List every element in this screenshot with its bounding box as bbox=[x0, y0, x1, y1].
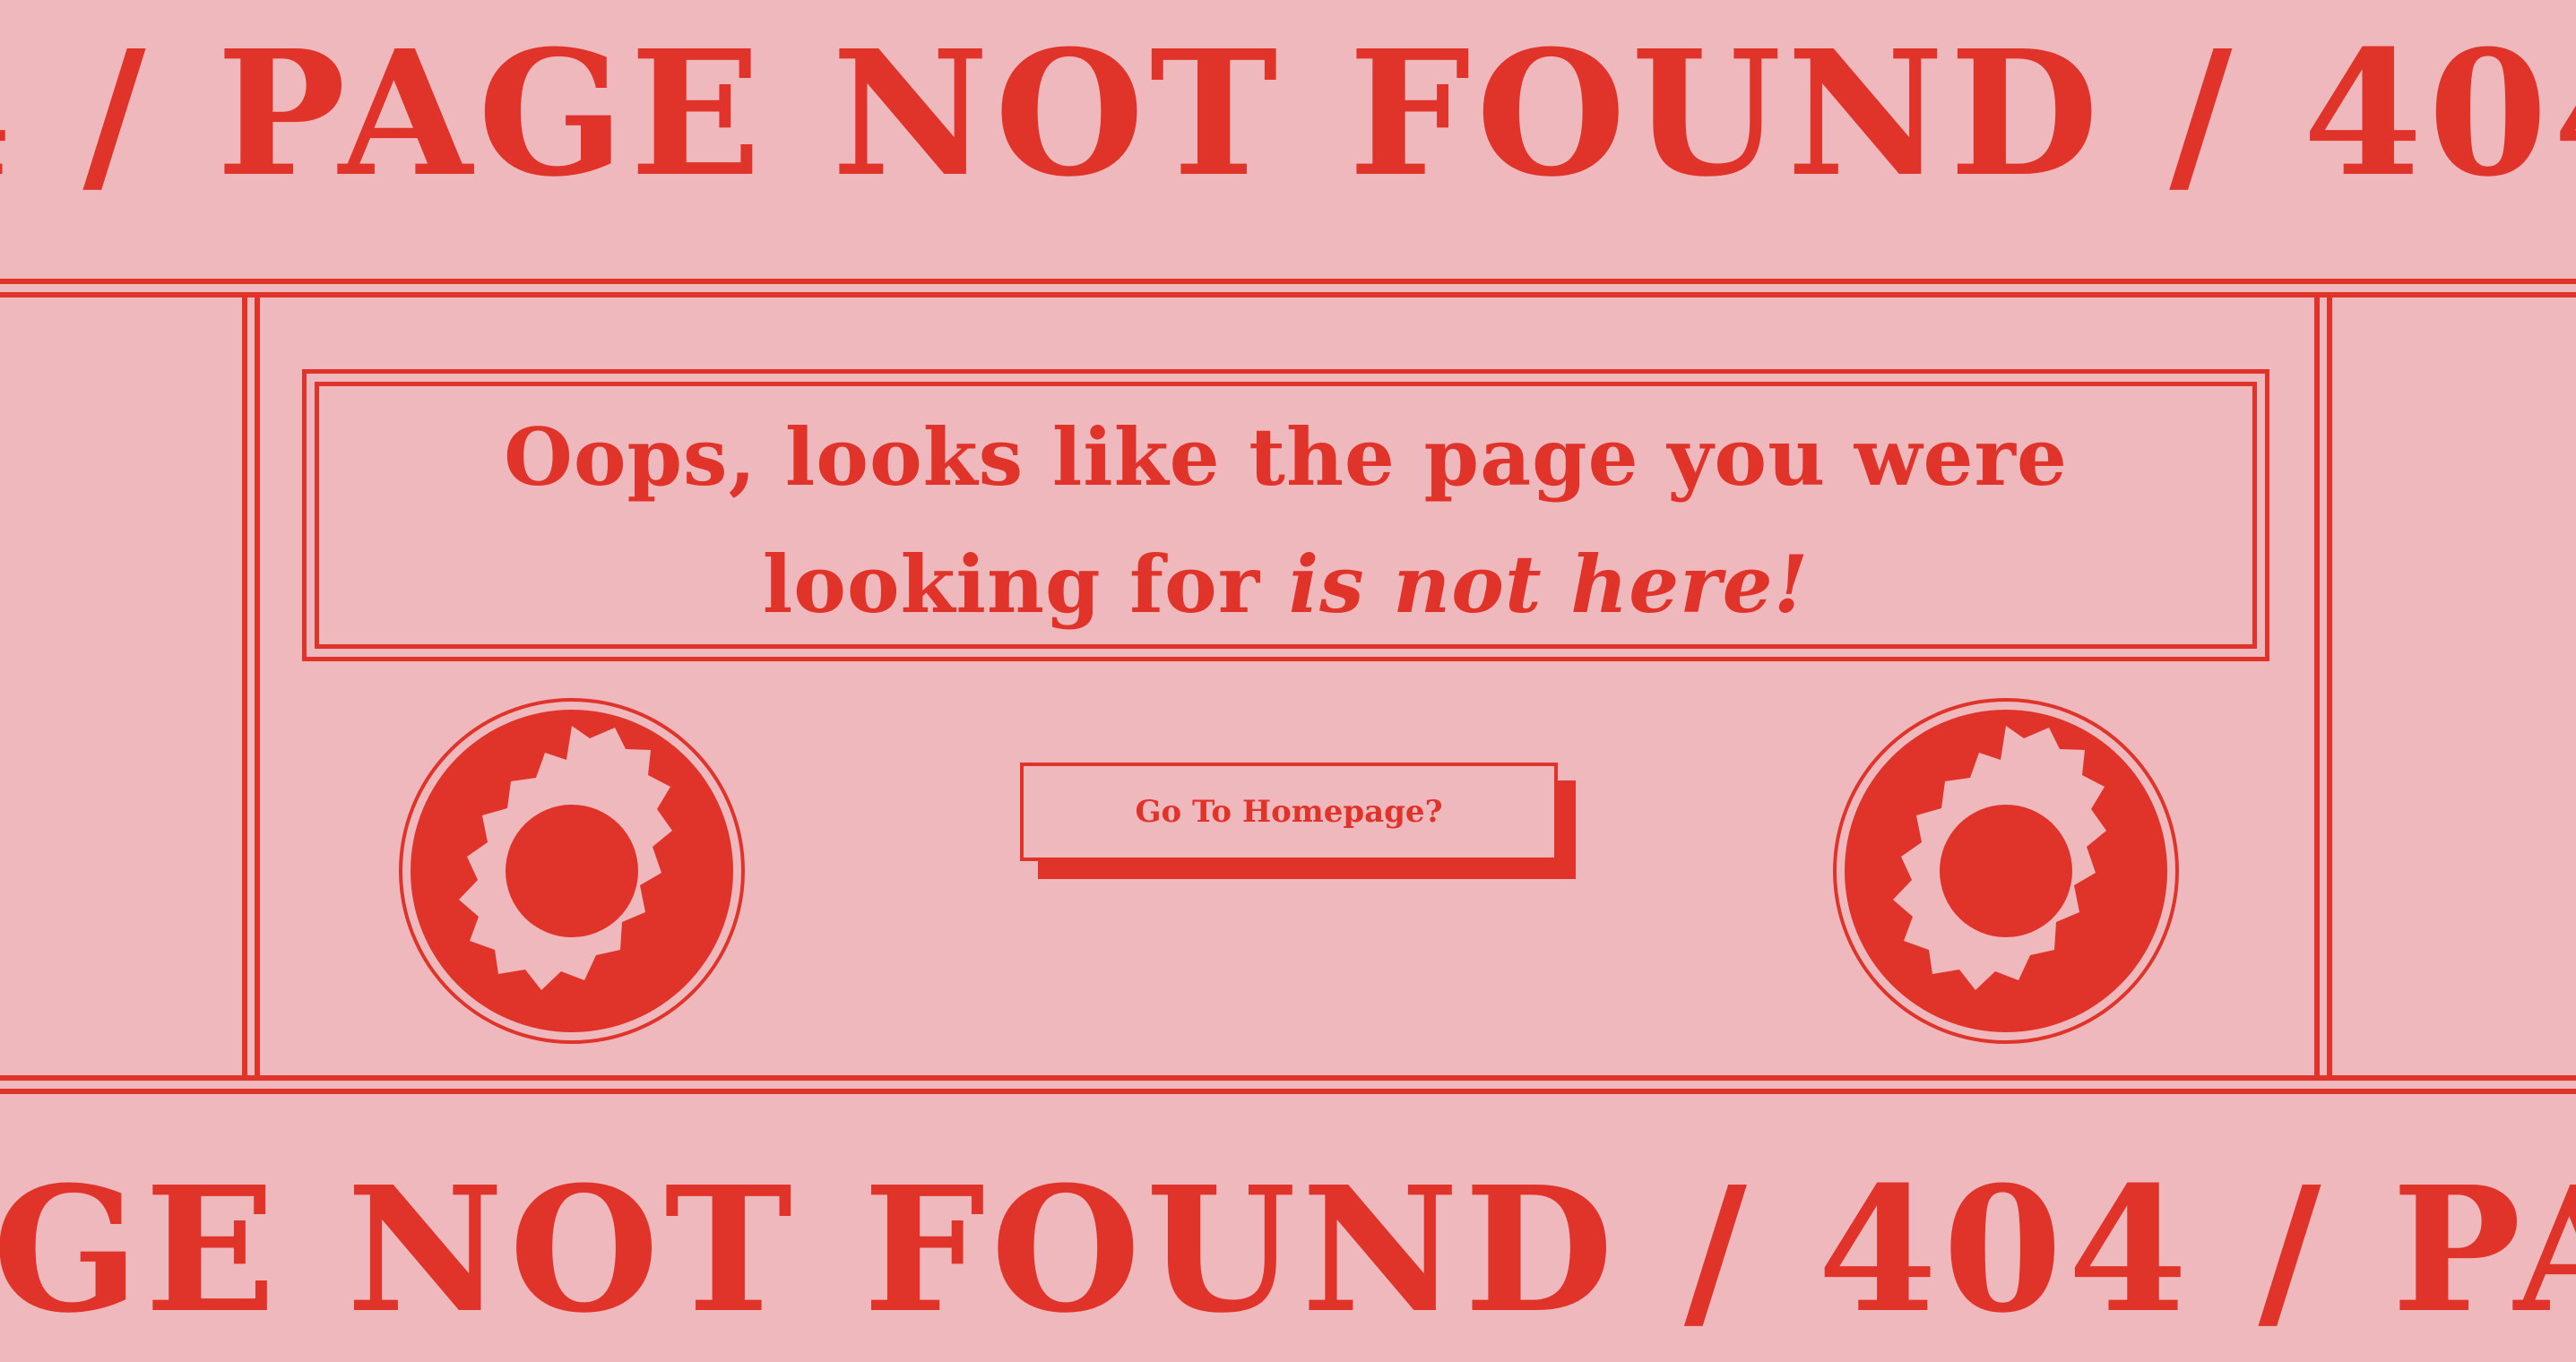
error-message-emphasis: is not here! bbox=[1288, 538, 1810, 631]
divider-bottom-inner bbox=[0, 1075, 2576, 1081]
divider-right-inner bbox=[2314, 294, 2320, 1081]
divider-bottom-outer bbox=[0, 1089, 2576, 1094]
marquee-top: 4 / PAGE NOT FOUND / 404 / PAGE NOT FOUN… bbox=[0, 25, 2576, 204]
divider-left-inner bbox=[255, 294, 260, 1081]
marquee-top-text: 4 / PAGE NOT FOUND / 404 / PAGE NOT FOUN… bbox=[0, 25, 2576, 204]
error-message: Oops, looks like the page you were looki… bbox=[307, 393, 2265, 648]
divider-right-outer bbox=[2327, 294, 2332, 1081]
error-message-line-2-plain: looking for bbox=[762, 538, 1289, 631]
cassette-reel-right-icon bbox=[1833, 698, 2179, 1044]
message-frame: Oops, looks like the page you were looki… bbox=[302, 369, 2269, 661]
go-to-homepage-button[interactable]: Go To Homepage? bbox=[1020, 763, 1558, 861]
cassette-reel-left-icon bbox=[399, 698, 745, 1044]
marquee-bottom: PAGE NOT FOUND / 404 / PAGE NOT FOUND / bbox=[0, 1161, 2576, 1340]
marquee-bottom-text: PAGE NOT FOUND / 404 / PAGE NOT FOUND / bbox=[0, 1161, 2576, 1340]
error-message-line-2: looking for is not here! bbox=[307, 521, 2265, 648]
divider-left-outer bbox=[242, 294, 247, 1081]
error-message-line-1: Oops, looks like the page you were bbox=[504, 410, 2068, 504]
divider-top-outer bbox=[0, 279, 2576, 284]
divider-top-inner bbox=[0, 292, 2576, 297]
